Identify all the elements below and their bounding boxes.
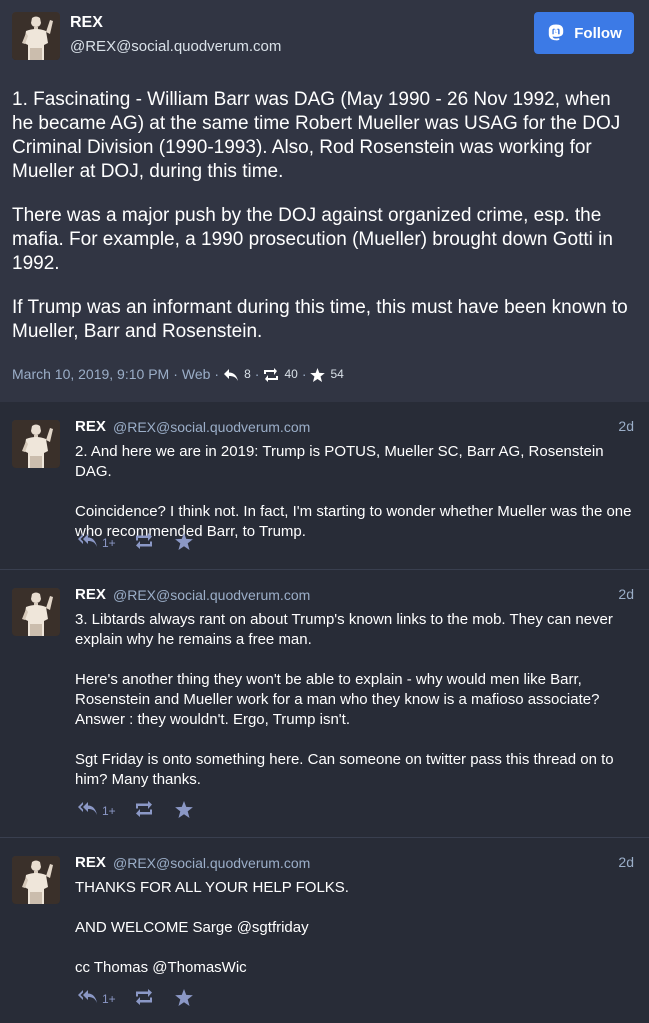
meta-separator: · [301,366,307,383]
reply-all-button[interactable]: 1+ [78,988,116,1006]
boost-icon [135,801,152,817]
star-icon[interactable] [310,366,326,383]
status-content: 3. Libtards always rant on about Trump's… [75,610,635,810]
meta-separator: · [173,366,178,383]
boost-count: 40 [284,367,298,382]
reply-all-button[interactable]: 1+ [78,532,116,550]
author-name[interactable]: REX [75,854,106,871]
author-handle[interactable]: @REX@social.quodverum.com [113,587,310,603]
author-name[interactable]: REX [75,418,106,435]
boost-icon [135,533,152,549]
favourite-button[interactable] [174,988,193,1006]
author-handle[interactable]: @REX@social.quodverum.com [113,419,310,435]
statue-avatar-icon [12,420,60,468]
boost-icon [135,989,152,1005]
post-content: 1. Fascinating - William Barr was DAG (M… [12,88,637,364]
post-paragraph: If Trump was an informant during this ti… [12,297,628,342]
author-avatar[interactable] [12,12,60,60]
boost-icon[interactable] [263,366,279,383]
author-name[interactable]: REX [70,14,103,32]
post-paragraph: 1. Fascinating - William Barr was DAG (M… [12,89,621,182]
status-actions: 1+ [78,800,193,818]
reply-status[interactable]: REX @REX@social.quodverum.com 2d 3. Libt… [0,570,649,838]
author-avatar[interactable] [12,856,60,904]
boost-button[interactable] [134,801,154,817]
status-content: THANKS FOR ALL YOUR HELP FOLKS. AND WELC… [75,878,635,998]
author-handle[interactable]: @REX@social.quodverum.com [113,855,310,871]
reply-count: 1+ [102,536,116,550]
reply-count: 8 [244,367,251,382]
post-paragraph: There was a major push by the DOJ agains… [12,205,613,274]
reply-all-button[interactable]: 1+ [78,800,116,818]
relative-time[interactable]: 2d [618,418,634,434]
statue-avatar-icon [12,12,60,60]
status-paragraph: 3. Libtards always rant on about Trump's… [75,611,613,648]
author-avatar[interactable] [12,420,60,468]
reply-count: 1+ [102,992,116,1006]
reply-icon[interactable] [223,366,239,382]
reply-all-icon [78,990,97,1003]
favourite-button[interactable] [174,532,193,550]
author-avatar[interactable] [12,588,60,636]
reply-status[interactable]: REX @REX@social.quodverum.com 2d THANKS … [0,838,649,1023]
star-icon [174,532,193,550]
status-paragraph: 2. And here we are in 2019: Trump is POT… [75,443,604,480]
status-actions: 1+ [78,988,193,1006]
main-post: REX @REX@social.quodverum.com Follow 1. … [0,0,649,402]
status-actions: 1+ [78,532,193,550]
status-paragraph: THANKS FOR ALL YOUR HELP FOLKS. [75,879,349,896]
post-timestamp[interactable]: March 10, 2019, 9:10 PM [12,366,169,382]
follow-label: Follow [574,24,622,42]
boost-button[interactable] [134,533,154,549]
follow-button[interactable]: Follow [534,12,634,54]
favourite-button[interactable] [174,800,193,818]
author-name[interactable]: REX [75,586,106,603]
post-meta: March 10, 2019, 9:10 PM · Web · 8 · 40 ·… [12,366,344,383]
reply-all-icon [78,802,97,815]
reply-all-icon [78,534,97,547]
mastodon-logo-icon [546,23,566,43]
status-paragraph: Here's another thing they won't be able … [75,671,600,728]
status-paragraph: Sgt Friday is onto something here. Can s… [75,751,614,788]
statue-avatar-icon [12,588,60,636]
star-icon [174,988,193,1006]
statue-avatar-icon [12,856,60,904]
post-client: Web [181,366,211,383]
status-paragraph: AND WELCOME Sarge @sgtfriday [75,919,309,936]
boost-button[interactable] [134,989,154,1005]
meta-separator: · [254,366,260,383]
star-icon [174,800,193,818]
status-paragraph: cc Thomas @ThomasWic [75,959,247,976]
relative-time[interactable]: 2d [618,854,634,870]
author-handle[interactable]: @REX@social.quodverum.com [70,38,281,55]
reply-status[interactable]: REX @REX@social.quodverum.com 2d 2. And … [0,402,649,570]
relative-time[interactable]: 2d [618,586,634,602]
meta-separator: · [214,366,220,383]
favourite-count: 54 [330,367,344,382]
reply-count: 1+ [102,804,116,818]
